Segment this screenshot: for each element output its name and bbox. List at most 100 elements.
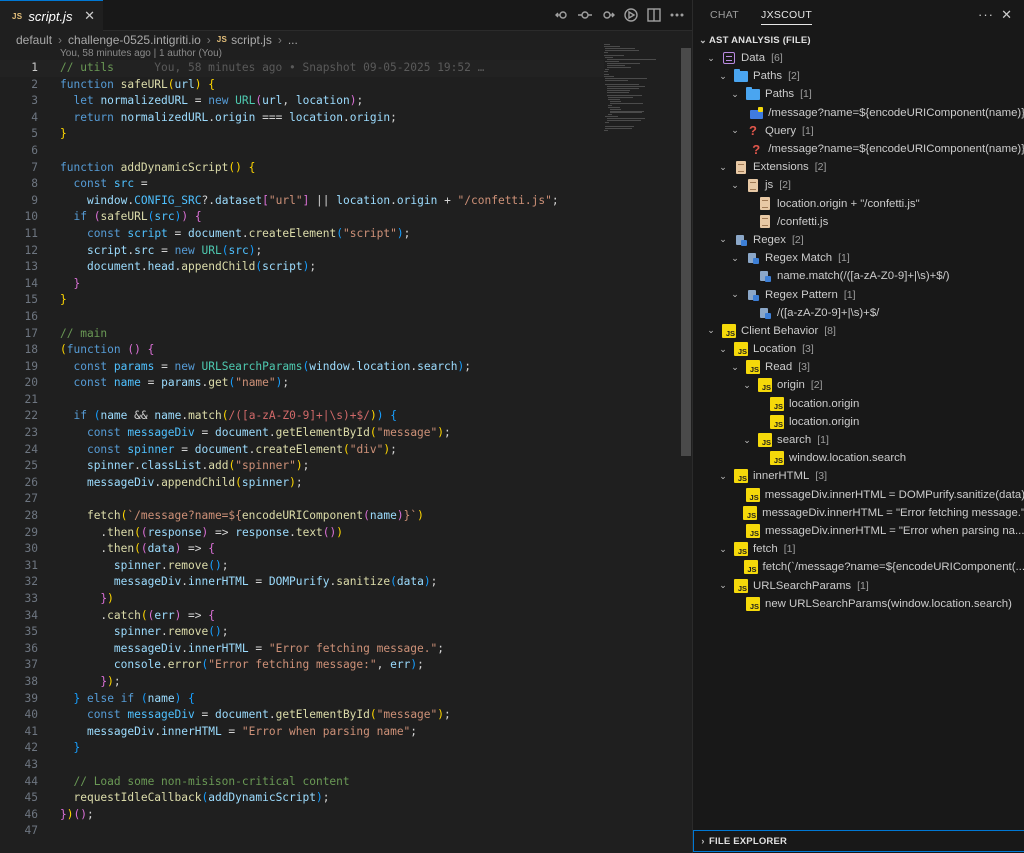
- code-line[interactable]: 23 const messageDiv = document.getElemen…: [0, 425, 604, 442]
- code-line[interactable]: 4 return normalizedURL.origin === locati…: [0, 110, 604, 127]
- tree-item[interactable]: ⌄ Paths [1]: [693, 85, 1024, 103]
- go-forward-icon[interactable]: [600, 7, 615, 22]
- more-actions-icon[interactable]: [669, 7, 684, 22]
- close-tab-button[interactable]: ✕: [84, 8, 95, 24]
- code-line[interactable]: 7 function addDynamicScript() {: [0, 160, 604, 177]
- tree-item[interactable]: ⌄ JS fetch [1]: [693, 540, 1024, 558]
- code-line[interactable]: 22 if (name && name.match(/([a-zA-Z0-9]+…: [0, 408, 604, 425]
- breadcrumb-item[interactable]: default: [16, 33, 52, 47]
- code-line[interactable]: 9 window.CONFIG_SRC?.dataset["url"] || l…: [0, 193, 604, 210]
- tree-item[interactable]: JS window.location.search: [693, 449, 1024, 467]
- tree-item[interactable]: ⌄ Regex Pattern [1]: [693, 285, 1024, 303]
- code-line[interactable]: 44 // Load some non-misison-critical con…: [0, 774, 604, 791]
- code-line[interactable]: 29 .then((response) => response.text()): [0, 525, 604, 542]
- tree-item[interactable]: JS location.origin: [693, 413, 1024, 431]
- code-line[interactable]: 17 // main: [0, 326, 604, 343]
- tree-item[interactable]: ⌄ JS innerHTML [3]: [693, 467, 1024, 485]
- tree-item[interactable]: ⌄ Regex Match [1]: [693, 249, 1024, 267]
- code-line[interactable]: 33 }): [0, 591, 604, 608]
- chevron-down-icon[interactable]: ⌄: [741, 380, 753, 391]
- chevron-down-icon[interactable]: ⌄: [717, 544, 729, 555]
- breadcrumb-item[interactable]: ...: [288, 33, 298, 47]
- code-area[interactable]: 1 // utils You, 58 minutes ago • Snapshot…: [0, 60, 604, 840]
- breadcrumb-item[interactable]: challenge-0525.intigriti.io: [68, 33, 201, 47]
- chevron-down-icon[interactable]: ⌄: [729, 180, 741, 191]
- code-line[interactable]: 43: [0, 757, 604, 774]
- code-line[interactable]: 37 console.error("Error fetching message…: [0, 657, 604, 674]
- ast-analysis-section-header[interactable]: ⌄ AST ANALYSIS (FILE): [693, 31, 1024, 49]
- code-line[interactable]: 14 }: [0, 276, 604, 293]
- code-line[interactable]: 39 } else if (name) {: [0, 691, 604, 708]
- chevron-down-icon[interactable]: ⌄: [705, 325, 717, 336]
- more-actions-icon[interactable]: ···: [978, 7, 994, 22]
- tree-item[interactable]: location.origin + "/confetti.js": [693, 195, 1024, 213]
- code-line[interactable]: 46})();: [0, 807, 604, 824]
- chevron-down-icon[interactable]: ⌄: [729, 362, 741, 373]
- code-line[interactable]: 18 (function () {: [0, 342, 604, 359]
- tree-item[interactable]: ⌄ Extensions [2]: [693, 158, 1024, 176]
- tree-item[interactable]: ⌄ js [2]: [693, 176, 1024, 194]
- code-line[interactable]: 15}: [0, 292, 604, 309]
- split-editor-icon[interactable]: [646, 7, 661, 22]
- code-line[interactable]: 35 spinner.remove();: [0, 624, 604, 641]
- chevron-down-icon[interactable]: ⌄: [729, 125, 741, 136]
- chevron-down-icon[interactable]: ⌄: [717, 71, 729, 82]
- tree-item[interactable]: name.match(/([a-zA-Z0-9]+|\s)+$/): [693, 267, 1024, 285]
- code-line[interactable]: 45 requestIdleCallback(addDynamicScript)…: [0, 790, 604, 807]
- code-line[interactable]: 28 fetch (`/message?name=${encodeURICompo…: [0, 508, 604, 525]
- code-line[interactable]: 5}: [0, 126, 604, 143]
- tree-item[interactable]: JS location.origin: [693, 395, 1024, 413]
- code-line[interactable]: 12 script.src = new URL(src);: [0, 243, 604, 260]
- chevron-down-icon[interactable]: ⌄: [729, 289, 741, 300]
- code-line[interactable]: 8 const src =: [0, 176, 604, 193]
- go-back-icon[interactable]: [554, 7, 569, 22]
- code-line[interactable]: 34 .catch((err) => {: [0, 608, 604, 625]
- code-line[interactable]: 26 messageDiv.appendChild(spinner);: [0, 475, 604, 492]
- tree-item[interactable]: JS messageDiv.innerHTML = "Error fetching…: [693, 504, 1024, 522]
- code-line[interactable]: 13 document.head.appendChild(script);: [0, 259, 604, 276]
- code-line[interactable]: 3 let normalizedURL = new URL(url, locat…: [0, 93, 604, 110]
- tree-item[interactable]: ⌄ JS Client Behavior [8]: [693, 322, 1024, 340]
- code-line[interactable]: 21: [0, 392, 604, 409]
- tree-item[interactable]: /([a-zA-Z0-9]+|\s)+$/: [693, 304, 1024, 322]
- tab-script-js[interactable]: JS script.js ✕: [0, 0, 103, 31]
- code-line[interactable]: 41 messageDiv.innerHTML = "Error when pa…: [0, 724, 604, 741]
- breadcrumb-item[interactable]: script.js: [231, 33, 272, 47]
- editor-scrollbar[interactable]: [681, 48, 691, 456]
- tree-item[interactable]: /confetti.js: [693, 213, 1024, 231]
- tree-item[interactable]: ⌄ JS Read [3]: [693, 358, 1024, 376]
- code-line[interactable]: 40 const messageDiv = document.getElemen…: [0, 707, 604, 724]
- chevron-down-icon[interactable]: ⌄: [717, 162, 729, 173]
- code-line[interactable]: 1 // utils You, 58 minutes ago • Snapshot…: [0, 60, 604, 77]
- tree-item[interactable]: ⌄ Paths [2]: [693, 67, 1024, 85]
- timeline-icon[interactable]: [577, 7, 592, 22]
- code-line[interactable]: 42 }: [0, 740, 604, 757]
- tab-jxscout[interactable]: JXSCOUT: [761, 0, 813, 31]
- chevron-down-icon[interactable]: ⌄: [717, 234, 729, 245]
- code-line[interactable]: 38 });: [0, 674, 604, 691]
- tree-item[interactable]: ⌄ Regex [2]: [693, 231, 1024, 249]
- code-line[interactable]: 11 const script = document.createElement…: [0, 226, 604, 243]
- chevron-down-icon[interactable]: ⌄: [717, 344, 729, 355]
- chevron-down-icon[interactable]: ⌄: [729, 89, 741, 100]
- chevron-down-icon[interactable]: ⌄: [729, 253, 741, 264]
- code-line[interactable]: 31 spinner.remove();: [0, 558, 604, 575]
- tree-item[interactable]: JS new URLSearchParams(window.location.se…: [693, 595, 1024, 613]
- chevron-down-icon[interactable]: ⌄: [717, 471, 729, 482]
- code-line[interactable]: 27: [0, 491, 604, 508]
- tree-item[interactable]: ⌄? Query [1]: [693, 122, 1024, 140]
- tree-item[interactable]: ? /message?name=${encodeURIComponent(name…: [693, 140, 1024, 158]
- code-line[interactable]: 32 messageDiv.innerHTML = DOMPurify.sani…: [0, 574, 604, 591]
- tab-chat[interactable]: CHAT: [710, 0, 739, 31]
- chevron-down-icon[interactable]: ⌄: [717, 580, 729, 591]
- tree-item[interactable]: ⌄ JS Location [3]: [693, 340, 1024, 358]
- tree-item[interactable]: ⌄ JS origin [2]: [693, 376, 1024, 394]
- file-explorer-section-header[interactable]: › FILE EXPLORER: [693, 830, 1024, 851]
- code-line[interactable]: 6: [0, 143, 604, 160]
- code-line[interactable]: 19 const params = new URLSearchParams(wi…: [0, 359, 604, 376]
- code-line[interactable]: 10 if (safeURL(src)) {: [0, 209, 604, 226]
- chevron-down-icon[interactable]: ⌄: [705, 53, 717, 64]
- tree-item[interactable]: ⌄ JS URLSearchParams [1]: [693, 576, 1024, 594]
- code-line[interactable]: 20 const name = params.get("name");: [0, 375, 604, 392]
- tree-item[interactable]: ⌄ JS search [1]: [693, 431, 1024, 449]
